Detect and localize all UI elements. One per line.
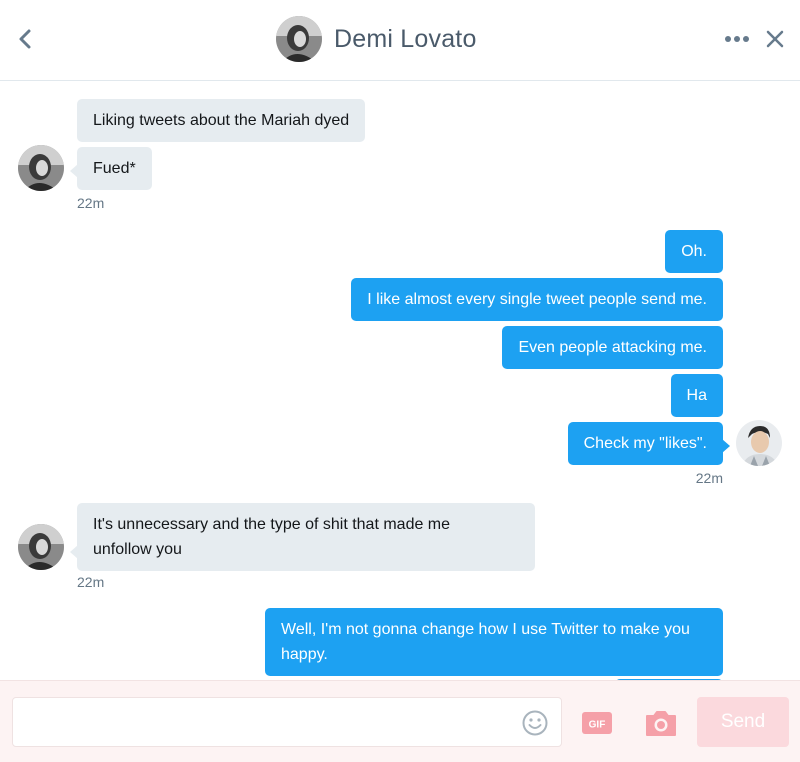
page-title: Demi Lovato <box>334 24 477 53</box>
emoji-icon[interactable] <box>521 709 549 737</box>
message-bubble-outgoing[interactable]: Check my "likes". <box>567 422 731 465</box>
message-composer: GIF Send <box>0 680 800 762</box>
message-timestamp: 22m <box>77 574 105 590</box>
message-bubble-outgoing[interactable]: Well, I'm not gonna change how I use Twi… <box>265 608 723 676</box>
message-bubble-outgoing[interactable]: Even people attacking me. <box>502 326 723 369</box>
close-icon[interactable] <box>762 26 788 52</box>
message-bubble-incoming[interactable]: Liking tweets about the Mariah dyed <box>77 99 366 142</box>
message-list[interactable]: Liking tweets about the Mariah dyed Fued… <box>0 82 800 680</box>
message-bubble-incoming[interactable]: It's unnecessary and the type of shit th… <box>70 503 535 571</box>
gif-icon[interactable]: GIF <box>581 711 613 735</box>
conversation-title-group[interactable]: Demi Lovato <box>276 16 477 62</box>
message-bubble-outgoing[interactable]: Ha <box>670 374 723 417</box>
message-timestamp: 22m <box>77 195 105 211</box>
chevron-left-icon[interactable] <box>12 24 38 54</box>
message-timestamp: 22m <box>695 470 723 486</box>
avatar[interactable] <box>736 420 782 466</box>
send-button[interactable]: Send <box>697 697 789 747</box>
avatar <box>276 16 322 62</box>
message-bubble-outgoing[interactable]: Oh. <box>665 230 723 273</box>
avatar[interactable] <box>18 145 64 191</box>
avatar[interactable] <box>18 524 64 570</box>
conversation-header: Demi Lovato <box>0 0 800 81</box>
message-input[interactable] <box>12 697 562 747</box>
message-bubble-incoming[interactable]: Fued* <box>70 147 152 190</box>
camera-icon[interactable] <box>644 708 678 738</box>
message-bubble-outgoing[interactable]: I like almost every single tweet people … <box>351 278 723 321</box>
more-dots-icon[interactable] <box>724 29 750 49</box>
gif-label: GIF <box>589 720 606 731</box>
